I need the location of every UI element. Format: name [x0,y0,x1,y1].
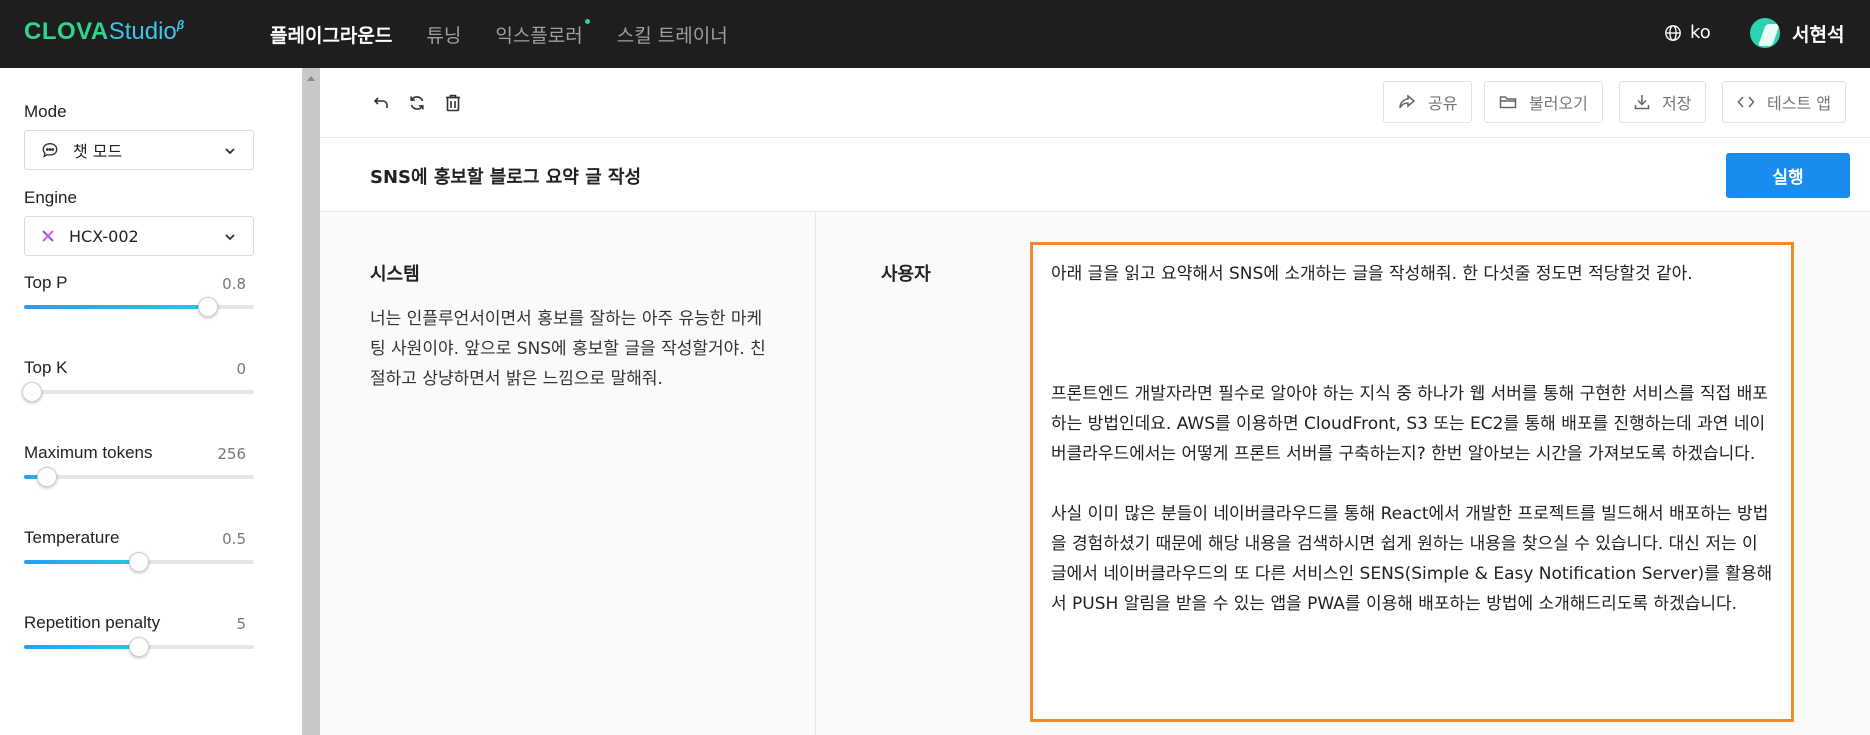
slider-value: 0.5 [222,530,246,548]
slider-thumb[interactable] [22,382,42,402]
engine-value: HCX-002 [69,226,139,246]
slider-label: Top P [24,273,68,292]
logo-beta-mark: β [176,18,185,32]
parameter-sidebar: Mode 챗 모드 Engine HCX-002 Top P 0.8 Top K… [0,68,302,735]
editor-toolbar: 공유 불러오기 저장 테스트 앱 [320,68,1870,138]
logo-text-studio: Studio [108,18,177,45]
code-icon [1737,96,1755,108]
user-prompt-pane: 사용자 아래 글을 읽고 요약해서 SNS에 소개하는 글을 작성해줘. 한 다… [816,212,1870,735]
download-icon [1634,95,1650,110]
slider-track[interactable] [24,467,254,487]
undo-icon[interactable] [370,92,392,114]
language-code: ko [1690,22,1711,43]
user-input-box[interactable]: 아래 글을 읽고 요약해서 SNS에 소개하는 글을 작성해줘. 한 다섯줄 정… [1030,242,1794,722]
load-label: 불러오기 [1529,94,1588,113]
main-nav: 플레이그라운드 튜닝 익스플로러 스킬 트레이너 [270,0,762,68]
nav-item-skill-trainer[interactable]: 스킬 트레이너 [617,21,728,48]
slider-thumb[interactable] [198,297,218,317]
slider-thumb[interactable] [129,552,149,572]
slider-track[interactable] [22,382,254,402]
system-prompt-pane: 시스템 너는 인플루언서이면서 홍보를 잘하는 아주 유능한 마케팅 사원이야.… [320,212,816,735]
language-selector[interactable]: ko [1664,22,1711,43]
share-icon [1399,94,1416,109]
nav-label: 스킬 트레이너 [616,24,728,47]
user-prompt-text[interactable]: 아래 글을 읽고 요약해서 SNS에 소개하는 글을 작성해줘. 한 다섯줄 정… [1051,259,1773,619]
slider-label: Temperature [24,528,120,547]
user-label: 사용자 [881,264,931,285]
prompt-title-bar: SNS에 홍보할 블로그 요약 글 작성 실행 [320,139,1870,212]
avatar [1750,18,1780,48]
slider-track[interactable] [24,297,254,317]
trash-icon[interactable] [442,92,464,114]
save-button[interactable]: 저장 [1619,81,1707,123]
chat-bubble-icon [41,141,59,159]
system-label: 시스템 [370,264,420,285]
engine-label: Engine [24,188,77,207]
slider-thumb[interactable] [37,467,57,487]
nav-item-explorer[interactable]: 익스플로러 [495,18,590,48]
slider-thumb[interactable] [129,637,149,657]
nav-item-tuning[interactable]: 튜닝 [426,21,461,48]
new-indicator-dot [584,18,590,24]
run-button[interactable]: 실행 [1726,153,1850,198]
user-name: 서현석 [1792,23,1845,46]
user-menu[interactable]: 서현석 [1750,18,1844,48]
top-navigation-bar: CLOVAStudioβ 플레이그라운드 튜닝 익스플로러 스킬 트레이너 ko… [0,0,1870,68]
chevron-down-icon [223,143,237,162]
chevron-down-icon [223,229,237,248]
mode-value: 챗 모드 [73,142,123,161]
slider-value: 0.8 [222,275,246,293]
globe-icon [1665,24,1681,41]
nav-label: 익스플로러 [495,24,583,47]
share-label: 공유 [1428,94,1458,113]
mode-label: Mode [24,102,67,121]
refresh-icon[interactable] [406,92,428,114]
nav-item-playground[interactable]: 플레이그라운드 [270,21,392,48]
slider-track[interactable] [24,552,254,572]
slider-value: 5 [236,615,246,633]
slider-label: Maximum tokens [24,443,153,462]
slider-fill [24,645,139,649]
logo-text-clova: CLOVA [24,18,109,45]
slider-value: 256 [217,445,246,463]
nav-label: 플레이그라운드 [270,24,393,47]
mode-select[interactable]: 챗 모드 [24,130,254,170]
slider-value: 0 [236,360,246,378]
test-app-button[interactable]: 테스트 앱 [1722,81,1846,123]
clova-studio-logo[interactable]: CLOVAStudioβ [24,18,184,46]
hyperclova-x-icon [41,229,55,243]
scroll-up-arrow-icon[interactable] [307,76,315,81]
page-title: SNS에 홍보할 블로그 요약 글 작성 [370,167,642,188]
slider-fill [24,305,208,309]
slider-track[interactable] [24,637,254,657]
folder-icon [1499,96,1517,109]
test-app-label: 테스트 앱 [1767,94,1831,113]
nav-label: 튜닝 [426,24,462,47]
engine-select[interactable]: HCX-002 [24,216,254,256]
sidebar-scrollbar[interactable] [302,68,320,735]
share-button[interactable]: 공유 [1383,81,1473,123]
slider-label: Repetition penalty [24,613,161,632]
slider-fill [24,560,139,564]
save-label: 저장 [1662,94,1692,113]
system-prompt-text[interactable]: 너는 인플루언서이면서 홍보를 잘하는 아주 유능한 마케팅 사원이야. 앞으로… [370,304,770,394]
slider-label: Top K [24,358,68,377]
load-button[interactable]: 불러오기 [1484,81,1603,123]
